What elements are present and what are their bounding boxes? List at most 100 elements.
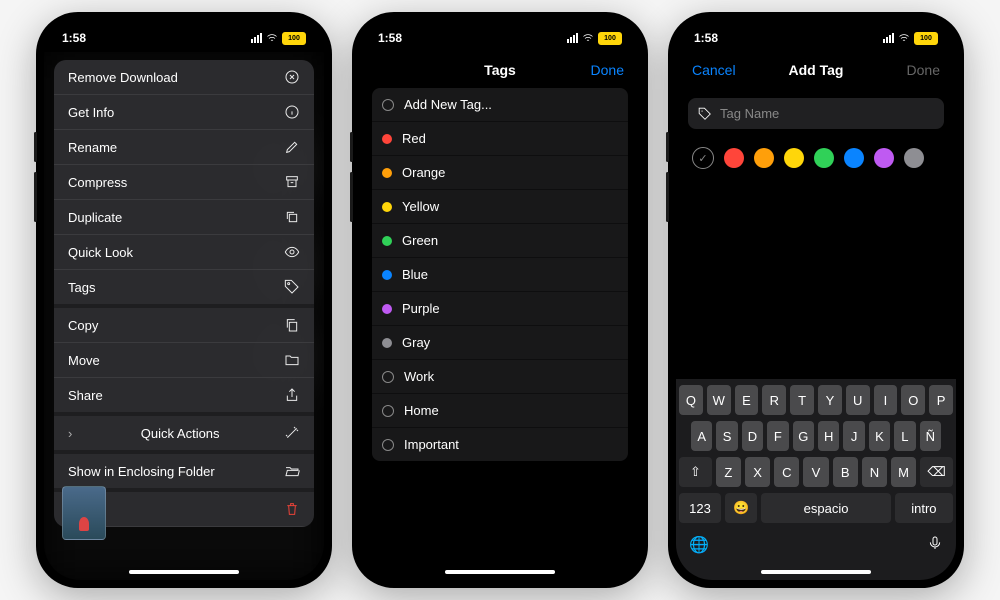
key-z[interactable]: Z	[716, 457, 741, 487]
key-w[interactable]: W	[707, 385, 731, 415]
menu-item-compress[interactable]: Compress	[54, 165, 314, 200]
key-n[interactable]: N	[862, 457, 887, 487]
phone-mockup-1: 1:58 100 Remove DownloadGet InfoRenameCo…	[36, 12, 332, 588]
key-t[interactable]: T	[790, 385, 814, 415]
shift-key[interactable]: ⇧	[679, 457, 712, 487]
key-e[interactable]: E	[735, 385, 759, 415]
page-title: Tags	[484, 62, 516, 78]
context-menu: Remove Download Get Info Rename Compress Dup…	[54, 60, 314, 527]
menu-label: Compress	[68, 175, 127, 190]
home-indicator[interactable]	[761, 570, 871, 574]
key-v[interactable]: V	[803, 457, 828, 487]
key-m[interactable]: M	[891, 457, 916, 487]
menu-label: Move	[68, 353, 100, 368]
menu-item-move[interactable]: Move	[54, 343, 314, 378]
menu-label: Rename	[68, 140, 117, 155]
menu-item-duplicate[interactable]: Duplicate	[54, 200, 314, 235]
key-j[interactable]: J	[843, 421, 864, 451]
key-a[interactable]: A	[691, 421, 712, 451]
signal-icon	[251, 33, 262, 43]
emoji-key[interactable]: 😀	[725, 493, 757, 523]
key-g[interactable]: G	[793, 421, 814, 451]
color-option[interactable]	[814, 148, 834, 168]
menu-item-quick-look[interactable]: Quick Look	[54, 235, 314, 270]
home-indicator[interactable]	[445, 570, 555, 574]
key-f[interactable]: F	[767, 421, 788, 451]
menu-item-rename[interactable]: Rename	[54, 130, 314, 165]
mic-icon[interactable]	[927, 535, 943, 556]
color-option[interactable]	[754, 148, 774, 168]
key-ñ[interactable]: Ñ	[920, 421, 941, 451]
enter-key[interactable]: intro	[895, 493, 953, 523]
menu-item-remove-download[interactable]: Remove Download	[54, 60, 314, 95]
color-option[interactable]	[844, 148, 864, 168]
tag-label: Important	[404, 437, 459, 452]
folder-icon	[284, 352, 300, 368]
add-new-tag-row[interactable]: Add New Tag...	[372, 88, 628, 122]
tag-color-dot	[382, 168, 392, 178]
tag-color-dot	[382, 270, 392, 280]
key-x[interactable]: X	[745, 457, 770, 487]
no-color-option[interactable]: ✓	[692, 147, 714, 169]
tags-list: Add New Tag...RedOrangeYellowGreenBlue Pu…	[360, 88, 640, 461]
tag-label: Gray	[402, 335, 430, 350]
x-circle-icon	[284, 69, 300, 85]
menu-item-get-info[interactable]: Get Info	[54, 95, 314, 130]
keyboard: QWERTYUIOP ASDFGHJKLÑ ⇧ ZXCVBNM⌫ 123 😀 e…	[676, 379, 956, 580]
wifi-icon	[582, 32, 594, 44]
tag-row-blue[interactable]: Blue	[372, 258, 628, 292]
key-y[interactable]: Y	[818, 385, 842, 415]
tag-row-important[interactable]: Important	[372, 428, 628, 461]
key-l[interactable]: L	[894, 421, 915, 451]
tag-color-dot	[382, 202, 392, 212]
key-r[interactable]: R	[762, 385, 786, 415]
space-key[interactable]: espacio	[761, 493, 890, 523]
menu-item-share[interactable]: Share	[54, 378, 314, 416]
phone-mockup-3: 1:58 100 Cancel Add Tag Done Tag Name ✓ …	[668, 12, 964, 588]
phone-mockup-2: 1:58 100 Tags Done Add New Tag...RedOran…	[352, 12, 648, 588]
wand-icon	[284, 425, 300, 441]
menu-item-copy[interactable]: Copy	[54, 308, 314, 343]
status-time: 1:58	[62, 31, 86, 45]
menu-item-tags[interactable]: Tags	[54, 270, 314, 308]
key-p[interactable]: P	[929, 385, 953, 415]
color-option[interactable]	[874, 148, 894, 168]
key-s[interactable]: S	[716, 421, 737, 451]
key-q[interactable]: Q	[679, 385, 703, 415]
tag-row-purple[interactable]: Purple	[372, 292, 628, 326]
tag-row-gray[interactable]: Gray	[372, 326, 628, 360]
key-u[interactable]: U	[846, 385, 870, 415]
menu-label: Share	[68, 388, 103, 403]
done-button[interactable]: Done	[907, 62, 940, 78]
key-o[interactable]: O	[901, 385, 925, 415]
home-indicator[interactable]	[129, 570, 239, 574]
wifi-icon	[898, 32, 910, 44]
file-thumbnail[interactable]	[62, 486, 106, 540]
tag-name-input[interactable]: Tag Name	[688, 98, 944, 129]
tag-row-orange[interactable]: Orange	[372, 156, 628, 190]
tag-row-work[interactable]: Work	[372, 360, 628, 394]
battery-icon: 100	[914, 32, 938, 45]
key-i[interactable]: I	[874, 385, 898, 415]
key-d[interactable]: D	[742, 421, 763, 451]
backspace-key[interactable]: ⌫	[920, 457, 953, 487]
menu-label: Remove Download	[68, 70, 178, 85]
key-b[interactable]: B	[833, 457, 858, 487]
numbers-key[interactable]: 123	[679, 493, 721, 523]
color-option[interactable]	[784, 148, 804, 168]
menu-item-quick-actions[interactable]: ›Quick Actions	[54, 416, 314, 454]
color-option[interactable]	[904, 148, 924, 168]
tag-label: Purple	[402, 301, 440, 316]
tag-row-home[interactable]: Home	[372, 394, 628, 428]
done-button[interactable]: Done	[591, 62, 624, 78]
key-k[interactable]: K	[869, 421, 890, 451]
tag-row-red[interactable]: Red	[372, 122, 628, 156]
globe-icon[interactable]: 🌐	[689, 535, 709, 556]
tag-row-yellow[interactable]: Yellow	[372, 190, 628, 224]
key-h[interactable]: H	[818, 421, 839, 451]
tag-row-green[interactable]: Green	[372, 224, 628, 258]
cancel-button[interactable]: Cancel	[692, 62, 736, 78]
color-option[interactable]	[724, 148, 744, 168]
menu-label: Get Info	[68, 105, 114, 120]
key-c[interactable]: C	[774, 457, 799, 487]
